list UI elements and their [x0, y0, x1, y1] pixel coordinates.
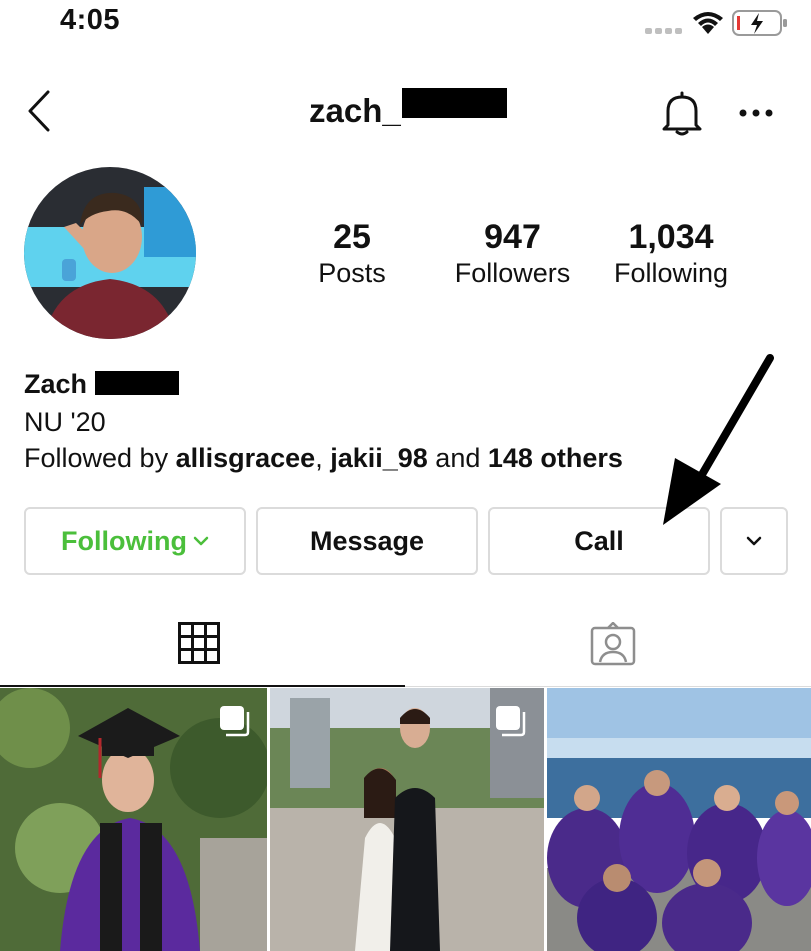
post-thumbnail[interactable] [270, 688, 544, 951]
followers-count: 947 [484, 218, 541, 256]
username-redaction [401, 88, 507, 119]
status-time: 4:05 [60, 4, 121, 36]
status-bar: 4:05 [0, 0, 811, 48]
mutual-others-link[interactable]: 148 others [488, 443, 623, 473]
following-button[interactable]: Following [24, 507, 246, 575]
grid-icon[interactable] [178, 622, 220, 664]
following-label: Following [613, 258, 729, 288]
following-count: 1,034 [628, 218, 714, 256]
profile-bio: NU '20 [24, 407, 106, 437]
avatar-image [24, 167, 196, 339]
back-chevron-icon[interactable] [24, 88, 56, 134]
more-dots-icon[interactable] [738, 104, 774, 122]
followed-by-and: and [427, 443, 488, 473]
cellular-signal-icon [645, 28, 683, 34]
tagged-person-icon[interactable] [590, 622, 636, 666]
tab-divider [405, 686, 811, 687]
annotation-arrow-icon [663, 354, 774, 525]
suggested-accounts-button[interactable] [720, 507, 788, 575]
message-button[interactable]: Message [256, 507, 478, 575]
posts-label: Posts [318, 258, 386, 288]
chevron-down-icon [193, 536, 209, 546]
name-redaction [95, 370, 180, 395]
posts-stat[interactable]: 25 Posts [302, 218, 402, 290]
chevron-down-icon [746, 536, 762, 546]
mutual-follower-link[interactable]: jakii_98 [330, 443, 428, 473]
following-stat[interactable]: 1,034 Following [596, 218, 746, 290]
post-grid [0, 688, 811, 951]
post-image [547, 688, 811, 951]
battery-charging-icon [732, 10, 787, 36]
post-thumbnail[interactable] [547, 688, 811, 951]
followers-stat[interactable]: 947 Followers [440, 218, 585, 290]
followers-label: Followers [454, 258, 571, 288]
following-button-label: Following [61, 525, 187, 556]
call-button[interactable]: Call [488, 507, 710, 575]
profile-full-name: Zach [24, 369, 180, 400]
wifi-icon [693, 12, 723, 34]
followed-by-prefix: Followed by [24, 443, 176, 473]
mutual-follower-link[interactable]: allisgracee [176, 443, 316, 473]
bell-icon[interactable] [660, 89, 704, 137]
post-thumbnail[interactable] [0, 688, 267, 951]
active-tab-indicator [0, 685, 405, 687]
carousel-icon [496, 706, 526, 737]
carousel-icon [220, 706, 250, 737]
followed-by-separator: , [315, 443, 331, 473]
posts-count: 25 [333, 218, 371, 256]
profile-username: zach_ [309, 88, 507, 130]
followed-by-text[interactable]: Followed by allisgracee, jakii_98 and 14… [24, 443, 623, 474]
call-button-label: Call [574, 525, 624, 556]
profile-avatar[interactable] [24, 167, 196, 339]
full-name-text: Zach [24, 369, 88, 399]
username-text: zach_ [309, 92, 401, 129]
message-button-label: Message [309, 525, 425, 556]
